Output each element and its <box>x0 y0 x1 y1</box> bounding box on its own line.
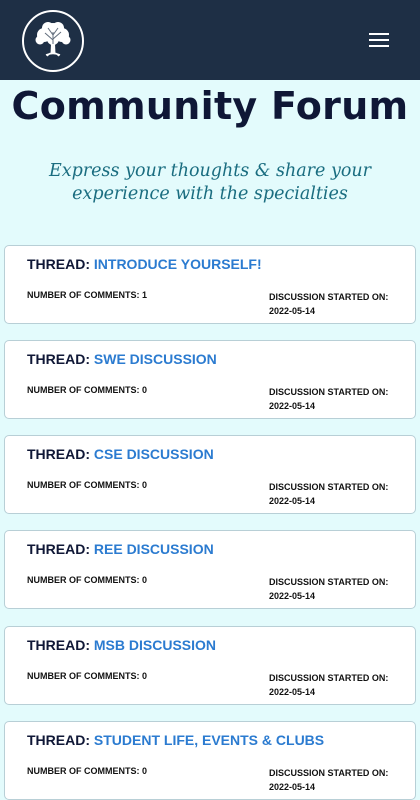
thread-link[interactable]: INTRODUCE YOURSELF! <box>94 256 262 272</box>
tree-logo-icon[interactable] <box>22 10 84 72</box>
discussion-start: DISCUSSION STARTED ON: 2022-05-14 <box>269 575 405 603</box>
thread-prefix: THREAD: <box>27 446 94 462</box>
comment-count: NUMBER OF COMMENTS: 0 <box>27 575 147 585</box>
comment-count-label: NUMBER OF COMMENTS: <box>27 766 142 776</box>
comment-count-value: 1 <box>142 290 148 300</box>
thread-prefix: THREAD: <box>27 351 94 367</box>
thread-link[interactable]: MSB DISCUSSION <box>94 637 216 653</box>
page-subtitle: Express your thoughts & share your exper… <box>48 161 372 204</box>
discussion-start: DISCUSSION STARTED ON: 2022-05-14 <box>269 766 405 794</box>
discussion-start-date: 2022-05-14 <box>269 306 316 316</box>
thread-link[interactable]: STUDENT LIFE, EVENTS & CLUBS <box>94 732 324 748</box>
comment-count-value: 0 <box>142 575 148 585</box>
discussion-start-date: 2022-05-14 <box>269 401 316 411</box>
thread-link[interactable]: SWE DISCUSSION <box>94 351 217 367</box>
thread-prefix: THREAD: <box>27 732 94 748</box>
comment-count-label: NUMBER OF COMMENTS: <box>27 385 142 395</box>
thread-title: THREAD: CSE DISCUSSION <box>27 446 214 462</box>
thread-title: THREAD: REE DISCUSSION <box>27 541 214 557</box>
thread-title: THREAD: INTRODUCE YOURSELF! <box>27 256 262 272</box>
thread-title: THREAD: STUDENT LIFE, EVENTS & CLUBS <box>27 732 324 748</box>
thread-card[interactable]: THREAD: REE DISCUSSION NUMBER OF COMMENT… <box>4 530 416 609</box>
comment-count-label: NUMBER OF COMMENTS: <box>27 671 142 681</box>
thread-prefix: THREAD: <box>27 541 94 557</box>
comment-count: NUMBER OF COMMENTS: 0 <box>27 385 147 395</box>
comment-count: NUMBER OF COMMENTS: 0 <box>27 766 147 776</box>
thread-link[interactable]: CSE DISCUSSION <box>94 446 214 462</box>
comment-count-label: NUMBER OF COMMENTS: <box>27 575 142 585</box>
discussion-start-date: 2022-05-14 <box>269 496 316 506</box>
comment-count: NUMBER OF COMMENTS: 1 <box>27 290 147 300</box>
hamburger-menu-icon[interactable] <box>364 28 394 52</box>
discussion-start-label: DISCUSSION STARTED ON: <box>269 292 389 302</box>
discussion-start-date: 2022-05-14 <box>269 782 316 792</box>
thread-title: THREAD: SWE DISCUSSION <box>27 351 217 367</box>
discussion-start-label: DISCUSSION STARTED ON: <box>269 387 389 397</box>
comment-count-value: 0 <box>142 480 148 490</box>
page-title: Community Forum <box>11 84 409 128</box>
comment-count-label: NUMBER OF COMMENTS: <box>27 480 142 490</box>
discussion-start: DISCUSSION STARTED ON: 2022-05-14 <box>269 290 405 318</box>
discussion-start-label: DISCUSSION STARTED ON: <box>269 768 389 778</box>
discussion-start: DISCUSSION STARTED ON: 2022-05-14 <box>269 385 405 413</box>
comment-count: NUMBER OF COMMENTS: 0 <box>27 671 147 681</box>
discussion-start: DISCUSSION STARTED ON: 2022-05-14 <box>269 671 405 699</box>
thread-card[interactable]: THREAD: STUDENT LIFE, EVENTS & CLUBS NUM… <box>4 721 416 800</box>
comment-count-label: NUMBER OF COMMENTS: <box>27 290 142 300</box>
thread-card[interactable]: THREAD: INTRODUCE YOURSELF! NUMBER OF CO… <box>4 245 416 324</box>
comment-count-value: 0 <box>142 766 148 776</box>
discussion-start-date: 2022-05-14 <box>269 591 316 601</box>
discussion-start-label: DISCUSSION STARTED ON: <box>269 482 389 492</box>
discussion-start-label: DISCUSSION STARTED ON: <box>269 673 389 683</box>
discussion-start: DISCUSSION STARTED ON: 2022-05-14 <box>269 480 405 508</box>
thread-card[interactable]: THREAD: SWE DISCUSSION NUMBER OF COMMENT… <box>4 340 416 419</box>
thread-card[interactable]: THREAD: CSE DISCUSSION NUMBER OF COMMENT… <box>4 435 416 514</box>
thread-prefix: THREAD: <box>27 256 94 272</box>
thread-link[interactable]: REE DISCUSSION <box>94 541 214 557</box>
comment-count-value: 0 <box>142 671 148 681</box>
thread-card[interactable]: THREAD: MSB DISCUSSION NUMBER OF COMMENT… <box>4 626 416 705</box>
thread-title: THREAD: MSB DISCUSSION <box>27 637 216 653</box>
comment-count-value: 0 <box>142 385 148 395</box>
comment-count: NUMBER OF COMMENTS: 0 <box>27 480 147 490</box>
discussion-start-date: 2022-05-14 <box>269 687 316 697</box>
top-navbar <box>0 0 420 80</box>
thread-prefix: THREAD: <box>27 637 94 653</box>
discussion-start-label: DISCUSSION STARTED ON: <box>269 577 389 587</box>
